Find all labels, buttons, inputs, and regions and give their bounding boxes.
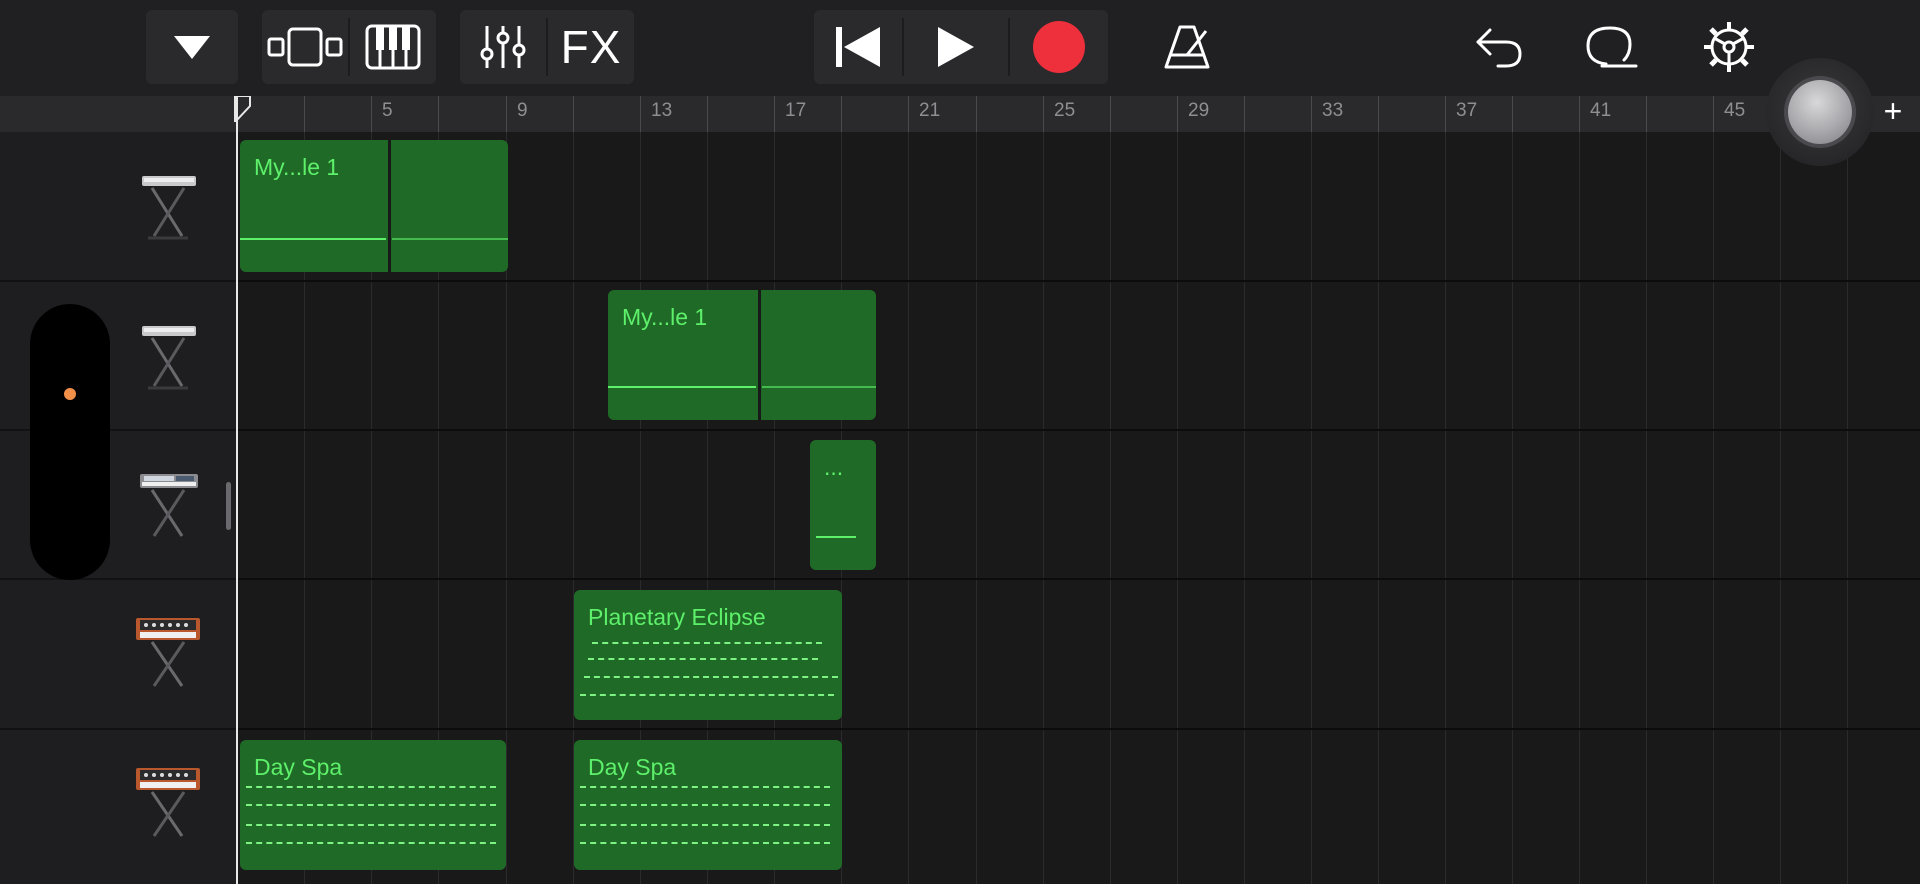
ruler-label: 45 [1724,100,1746,121]
transport-group [814,10,1108,84]
ruler-label: 13 [651,100,673,121]
dropdown-icon [174,36,210,59]
zoom-knob[interactable] [1766,58,1874,166]
loop-region[interactable]: Planetary Eclipse [574,590,842,720]
track-header-1[interactable] [132,166,204,246]
keyboard-stand-icon [142,176,196,240]
tracks-area[interactable]: My...le 1 My...le 1 ... Planetary Eclips… [238,132,1920,884]
mix-fx-group: FX [460,10,634,84]
play-button[interactable] [904,10,1008,84]
analog-synth-icon [136,768,200,837]
undo-button[interactable] [1470,10,1528,84]
slider-indicator [64,388,76,400]
rewind-icon [836,27,880,67]
region-name: Day Spa [254,754,343,780]
ruler-label: 29 [1188,100,1210,121]
track-header-3[interactable] [132,464,204,544]
tracks-view-button[interactable] [262,10,348,84]
analog-synth-icon [136,618,200,687]
metronome-button[interactable] [1156,10,1218,84]
track-header-5[interactable] [132,758,204,838]
ruler-label: 25 [1054,100,1076,121]
settings-icon [1704,22,1754,72]
playhead[interactable] [236,96,238,884]
loop-region[interactable]: Day Spa [240,740,506,870]
browser-menu-group [146,10,238,84]
midi-region[interactable]: My...le 1 [608,290,876,420]
track-header-4[interactable] [132,608,204,688]
midi-region[interactable]: ... [810,440,876,570]
add-track-button[interactable]: + [1880,95,1906,127]
settings-button[interactable] [1700,10,1758,84]
track-volume-slider[interactable] [30,304,110,580]
play-icon [938,27,974,67]
region-name: ... [824,454,844,480]
loop-browser-icon [1586,26,1638,68]
zoom-knob-handle [1788,80,1852,144]
keyboard-button[interactable] [350,10,436,84]
region-name: Day Spa [588,754,677,780]
timeline-ruler[interactable]: 5 9 13 17 21 25 29 33 37 41 45 [236,96,1920,132]
track-header-2[interactable] [132,316,204,396]
mixer-button[interactable] [460,10,546,84]
synth-keyboard-icon [140,474,198,537]
midi-region[interactable]: My...le 1 [240,140,508,272]
keyboard-stand-icon [142,326,196,390]
record-icon [1033,21,1085,73]
track-scroll-indicator[interactable] [226,482,231,530]
view-buttons-group [262,10,436,84]
mixer-icon [480,26,526,68]
region-name: Planetary Eclipse [588,604,766,630]
ruler-label: 5 [382,100,393,121]
keyboard-icon [365,24,421,70]
dropdown-button[interactable] [146,10,238,84]
metronome-icon [1164,25,1210,69]
tracks-view-icon [267,27,343,67]
control-bar: FX [0,0,1920,96]
undo-icon [1476,28,1522,68]
ruler-label: 37 [1456,100,1478,121]
loop-browser-button[interactable] [1582,10,1640,84]
ruler-corner [0,96,236,132]
ruler-label: 9 [517,100,528,121]
fx-label: FX [560,21,622,73]
rewind-button[interactable] [814,10,902,84]
record-button[interactable] [1010,10,1108,84]
fx-button[interactable]: FX [548,10,634,84]
loop-region[interactable]: Day Spa [574,740,842,870]
ruler-label: 17 [785,100,807,121]
region-name: My...le 1 [254,154,340,180]
region-name: My...le 1 [622,304,708,330]
ruler-label: 41 [1590,100,1612,121]
playhead-handle-icon[interactable] [234,96,252,122]
ruler-label: 21 [919,100,941,121]
ruler-label: 33 [1322,100,1344,121]
